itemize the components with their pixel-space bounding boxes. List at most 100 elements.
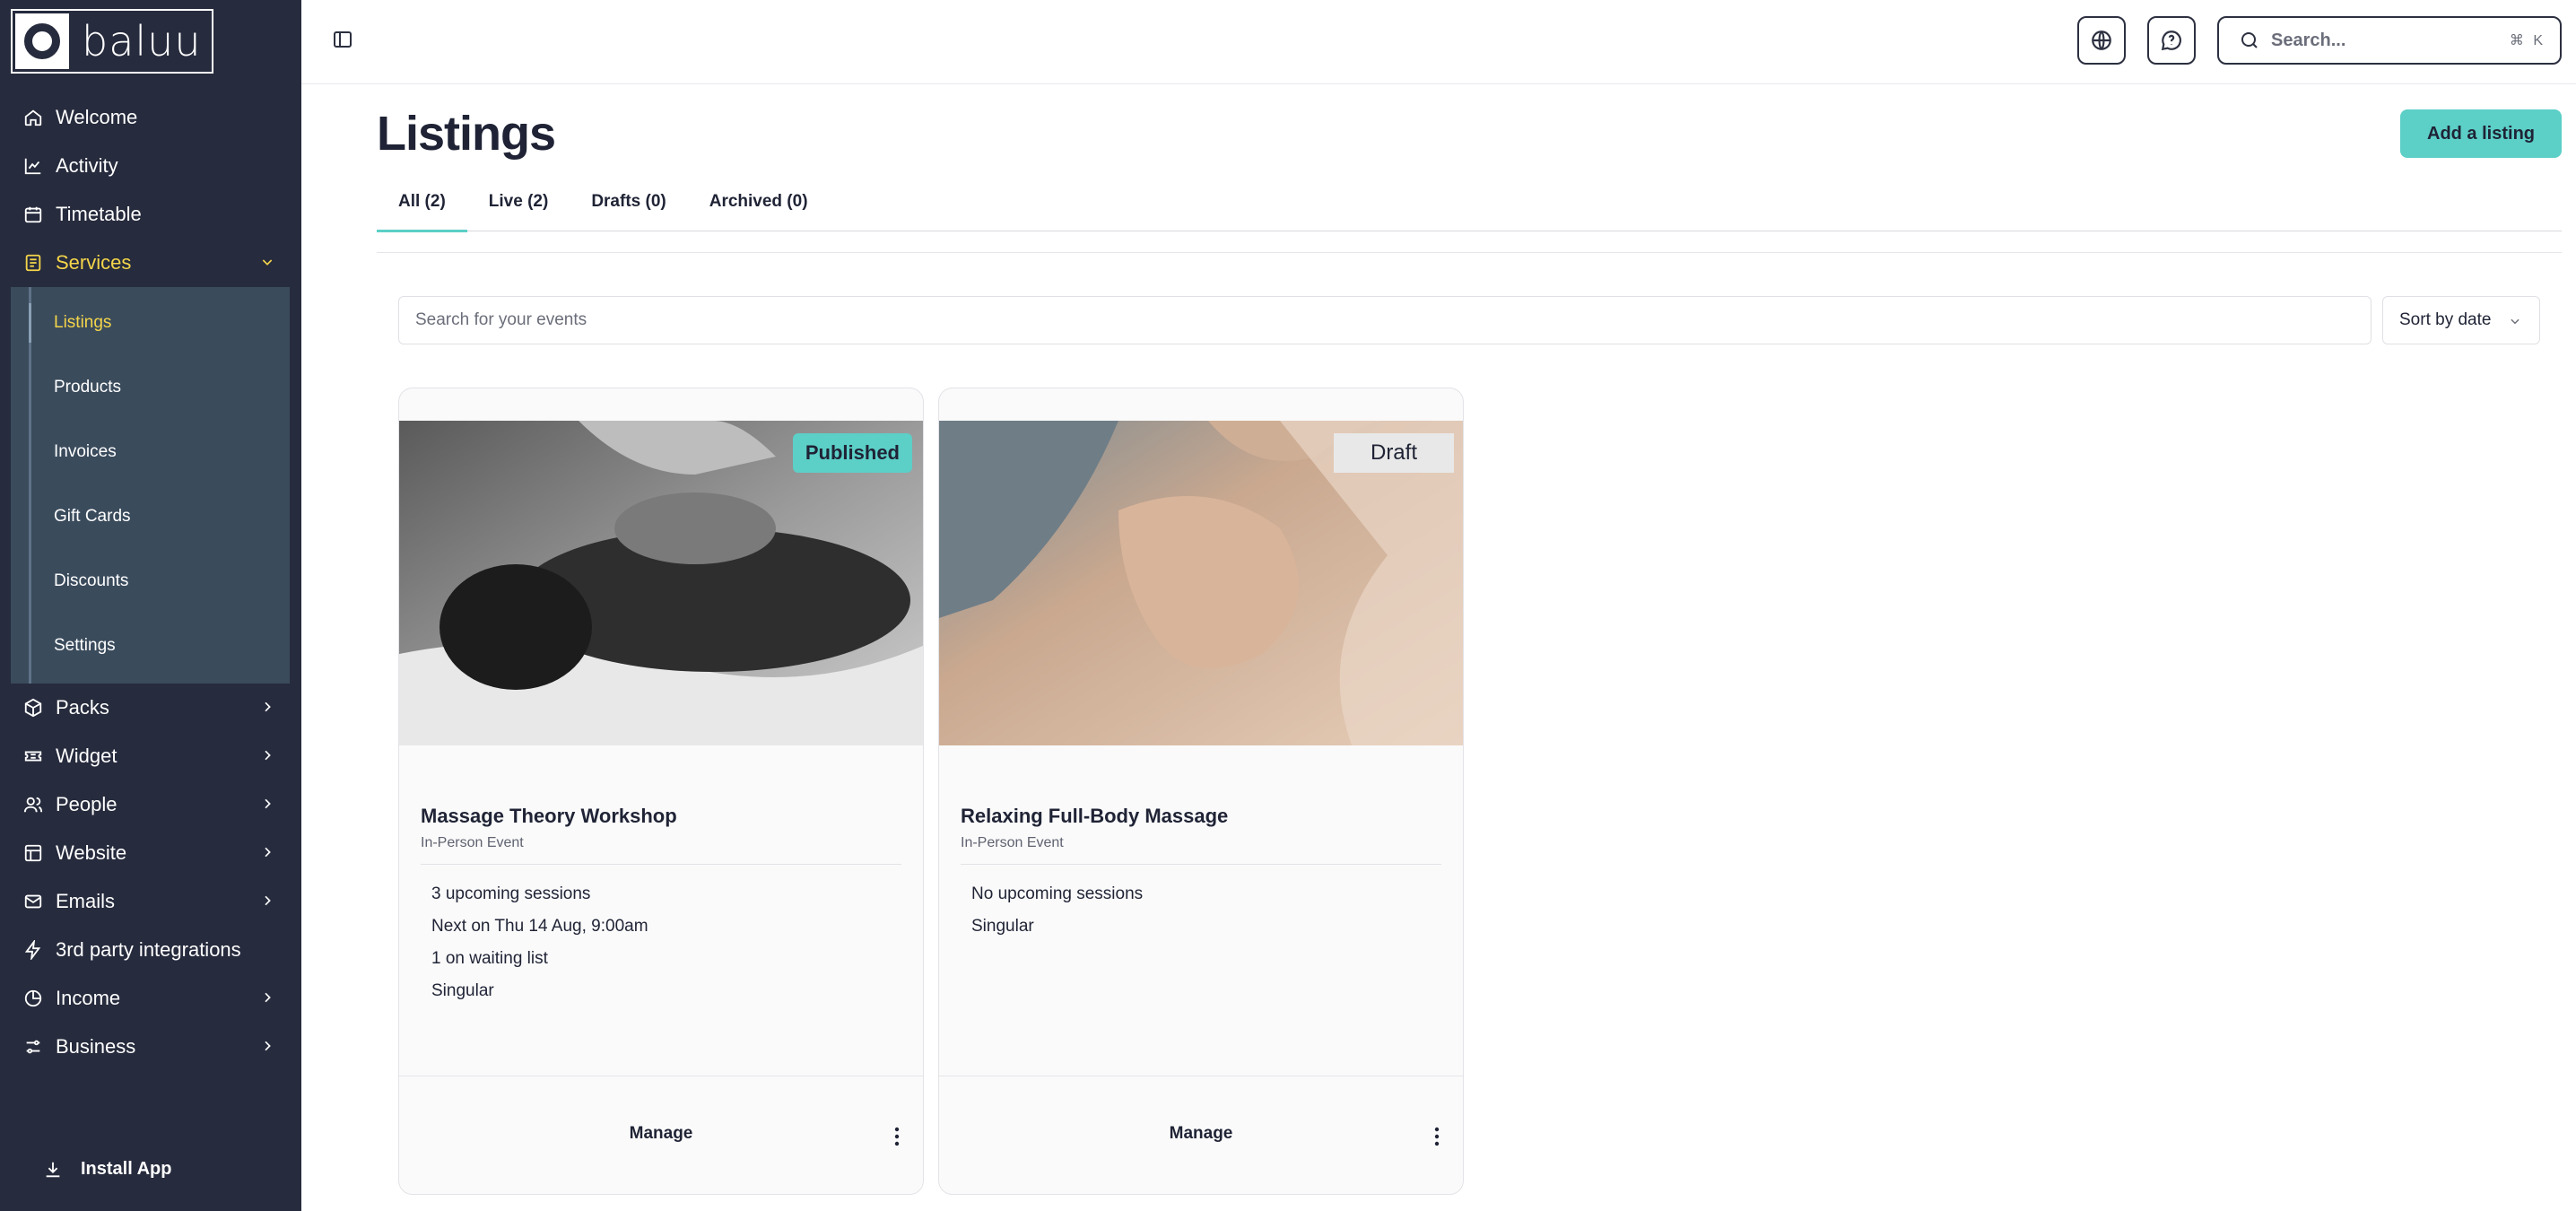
globe-icon [2092, 30, 2111, 50]
sidebar-nav: Welcome Activity Timetable Services List… [0, 93, 301, 1071]
detail-item: Next on Thu 14 Aug, 9:00am [431, 917, 648, 936]
listing-title[interactable]: Relaxing Full-Body Massage [961, 805, 1228, 828]
listing-type: In-Person Event [961, 835, 1064, 850]
sidebar-item-packs[interactable]: Packs [0, 684, 301, 732]
status-badge: Draft [1334, 433, 1454, 473]
logo-text: baluu [82, 17, 202, 65]
sidebar-item-widget[interactable]: Widget [0, 732, 301, 780]
mail-icon [23, 892, 43, 911]
sidebar: baluu Welcome Activity Timetable Service… [0, 0, 301, 1211]
detail-item: Singular [431, 981, 494, 1000]
sidebar-item-label: Emails [56, 890, 116, 912]
search-shortcut: ⌘ K [2509, 33, 2546, 48]
subnav-item-settings[interactable]: Settings [11, 614, 290, 678]
sidebar-item-welcome[interactable]: Welcome [0, 93, 301, 142]
tab-archived[interactable]: Archived (0) [688, 179, 830, 231]
more-options-icon[interactable] [892, 1126, 901, 1147]
tab-drafts[interactable]: Drafts (0) [570, 179, 687, 231]
sidebar-item-website[interactable]: Website [0, 829, 301, 877]
chat-bubble-icon [2161, 30, 2181, 51]
sidebar-toggle-icon[interactable] [332, 29, 353, 50]
topbar: Search... ⌘ K [301, 0, 2576, 84]
sidebar-item-label: Timetable [56, 203, 142, 225]
listing-card[interactable]: Published Massage Theory Workshop In-Per… [398, 388, 924, 1195]
sidebar-item-integrations[interactable]: 3rd party integrations [0, 926, 301, 974]
listing-type: In-Person Event [421, 835, 524, 850]
subnav-item-discounts[interactable]: Discounts [11, 549, 290, 614]
sidebar-item-label: Activity [56, 154, 118, 177]
listing-tabs: All (2) Live (2) Drafts (0) Archived (0) [377, 179, 2562, 232]
chart-line-icon [23, 156, 43, 176]
chevron-right-icon [265, 847, 271, 858]
chevron-down-icon [262, 259, 273, 266]
sidebar-item-label: 3rd party integrations [56, 938, 241, 961]
chevron-right-icon [265, 798, 271, 809]
add-listing-button[interactable]: Add a listing [2400, 109, 2562, 158]
divider [421, 864, 901, 865]
manage-button[interactable]: Manage [399, 1124, 923, 1144]
chevron-right-icon [265, 1041, 271, 1051]
subnav-item-gift-cards[interactable]: Gift Cards [11, 484, 290, 549]
subnav-item-listings[interactable]: Listings [11, 291, 290, 355]
tab-live[interactable]: Live (2) [467, 179, 570, 231]
sidebar-item-label: Business [56, 1035, 136, 1058]
sidebar-item-label: Services [56, 251, 132, 274]
logo[interactable]: baluu [11, 9, 213, 74]
package-icon [23, 698, 43, 718]
logo-mark-icon [15, 13, 69, 69]
subnav-item-products[interactable]: Products [11, 355, 290, 420]
search-placeholder: Search... [2271, 30, 2346, 50]
sidebar-item-timetable[interactable]: Timetable [0, 190, 301, 239]
home-icon [23, 108, 43, 127]
sidebar-item-label: Website [56, 841, 127, 864]
sidebar-item-services[interactable]: Services [0, 239, 301, 287]
sort-select-label: Sort by date [2399, 310, 2492, 329]
more-options-icon[interactable] [1432, 1126, 1441, 1147]
sidebar-item-label: Welcome [56, 106, 138, 128]
chevron-right-icon [265, 750, 271, 761]
listing-card[interactable]: Draft Relaxing Full-Body Massage In-Pers… [938, 388, 1464, 1195]
detail-item: 1 on waiting list [431, 949, 548, 968]
install-app-label: Install App [81, 1159, 172, 1179]
listing-title[interactable]: Massage Theory Workshop [421, 805, 677, 828]
sidebar-item-emails[interactable]: Emails [0, 877, 301, 926]
calendar-icon [23, 205, 43, 224]
install-app-button[interactable]: Install App [43, 1159, 171, 1180]
listing-details: 3 upcoming sessions Next on Thu 14 Aug, … [431, 878, 648, 1007]
sidebar-item-label: Widget [56, 745, 117, 767]
sidebar-item-business[interactable]: Business [0, 1023, 301, 1071]
download-icon [46, 1162, 60, 1177]
chevron-right-icon [265, 992, 271, 1003]
sidebar-item-label: Income [56, 987, 121, 1009]
bolt-icon [23, 940, 43, 960]
sidebar-item-activity[interactable]: Activity [0, 142, 301, 190]
detail-item: No upcoming sessions [971, 884, 1144, 903]
sidebar-item-income[interactable]: Income [0, 974, 301, 1023]
help-chat-button[interactable] [2147, 16, 2196, 65]
divider [961, 864, 1441, 865]
services-submenu: Listings Products Invoices Gift Cards Di… [11, 287, 290, 684]
users-icon [23, 795, 43, 815]
chevron-down-icon [2511, 318, 2519, 325]
sidebar-item-label: People [56, 793, 117, 815]
global-search-input[interactable]: Search... ⌘ K [2217, 16, 2562, 65]
language-button[interactable] [2077, 16, 2126, 65]
page-title: Listings [377, 107, 556, 161]
divider [377, 252, 2562, 253]
sidebar-item-people[interactable]: People [0, 780, 301, 829]
detail-item: 3 upcoming sessions [431, 884, 591, 903]
pie-chart-icon [23, 989, 43, 1008]
event-search-input[interactable] [398, 296, 2371, 344]
ticket-icon [23, 746, 43, 766]
search-icon [2241, 32, 2258, 48]
tab-all[interactable]: All (2) [377, 179, 467, 232]
sort-select[interactable]: Sort by date [2382, 296, 2540, 344]
file-list-icon [23, 253, 43, 273]
layout-icon [23, 843, 43, 863]
chevron-right-icon [265, 895, 271, 906]
listing-details: No upcoming sessions Singular [971, 878, 1143, 943]
status-badge: Published [792, 433, 912, 473]
chevron-right-icon [265, 701, 271, 712]
manage-button[interactable]: Manage [939, 1124, 1463, 1144]
subnav-item-invoices[interactable]: Invoices [11, 420, 290, 484]
